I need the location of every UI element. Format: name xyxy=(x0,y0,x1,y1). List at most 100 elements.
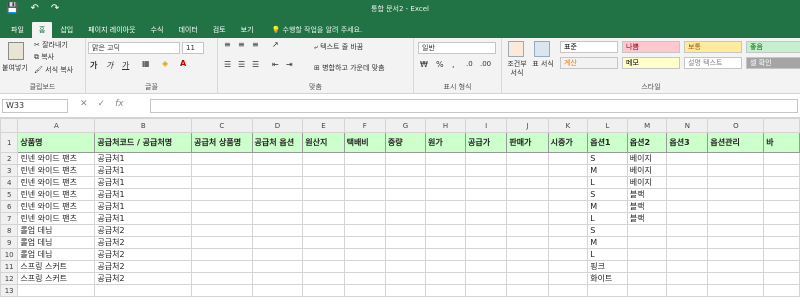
header-cell[interactable]: 공급처 옵션 xyxy=(251,132,304,153)
cell[interactable] xyxy=(666,200,709,213)
cell[interactable]: 롤업 데님 xyxy=(17,224,96,237)
cell[interactable] xyxy=(547,164,589,177)
cell[interactable] xyxy=(465,164,508,177)
cell[interactable]: M xyxy=(587,200,628,213)
cell[interactable]: 린넨 와이드 팬츠 xyxy=(17,200,96,213)
cell[interactable] xyxy=(384,212,426,225)
cell[interactable] xyxy=(302,164,345,177)
cell[interactable] xyxy=(666,212,709,225)
cell[interactable]: S xyxy=(587,224,628,237)
cell[interactable] xyxy=(191,176,253,189)
cell[interactable] xyxy=(707,272,765,285)
cell[interactable]: 공급처1 xyxy=(94,164,193,177)
cell[interactable] xyxy=(424,284,467,297)
tab-insert[interactable]: 삽입 xyxy=(53,22,80,38)
tab-formulas[interactable]: 수식 xyxy=(144,22,171,38)
cell[interactable] xyxy=(547,152,589,165)
font-size-select[interactable]: 11 xyxy=(182,42,204,54)
cell[interactable]: 공급처1 xyxy=(94,212,193,225)
cell[interactable] xyxy=(191,224,253,237)
name-box[interactable]: W33 xyxy=(2,99,68,113)
cell[interactable] xyxy=(666,272,709,285)
format-painter-button[interactable]: 🖌 서식 복사 xyxy=(34,65,73,75)
cell[interactable]: 공급처1 xyxy=(94,176,193,189)
align-center-icon[interactable]: ☰ xyxy=(238,60,245,69)
cell[interactable] xyxy=(506,152,549,165)
column-header-o[interactable]: O xyxy=(707,118,765,133)
column-header-c[interactable]: C xyxy=(191,118,253,133)
cell[interactable] xyxy=(424,164,467,177)
cell[interactable] xyxy=(763,260,800,273)
cell[interactable]: 핑크 xyxy=(587,260,628,273)
cell[interactable] xyxy=(547,224,589,237)
cell[interactable] xyxy=(191,284,253,297)
cell[interactable] xyxy=(302,224,345,237)
cell[interactable] xyxy=(763,200,800,213)
cell[interactable] xyxy=(343,164,386,177)
cell[interactable] xyxy=(666,224,709,237)
cell[interactable] xyxy=(302,152,345,165)
cell[interactable] xyxy=(707,236,765,249)
cell[interactable] xyxy=(547,272,589,285)
font-name-select[interactable]: 맑은 고딕 xyxy=(88,42,180,54)
cell[interactable] xyxy=(251,164,304,177)
row-header[interactable]: 13 xyxy=(0,284,19,297)
cell[interactable]: 공급처1 xyxy=(94,152,193,165)
cell[interactable] xyxy=(666,164,709,177)
cell[interactable] xyxy=(251,200,304,213)
cell[interactable] xyxy=(424,188,467,201)
cell[interactable] xyxy=(251,236,304,249)
cell[interactable] xyxy=(251,224,304,237)
cell[interactable] xyxy=(424,260,467,273)
header-cell[interactable]: 바 xyxy=(763,132,800,153)
cell[interactable]: 롤업 데님 xyxy=(17,248,96,261)
row-header[interactable]: 1 xyxy=(0,132,19,153)
cell[interactable] xyxy=(384,260,426,273)
cell[interactable]: 린넨 와이드 팬츠 xyxy=(17,164,96,177)
cell[interactable] xyxy=(626,272,668,285)
cell[interactable] xyxy=(707,284,765,297)
cell[interactable] xyxy=(763,212,800,225)
fill-color-icon[interactable]: ◈ xyxy=(162,59,168,68)
column-header-i[interactable]: I xyxy=(465,118,508,133)
column-header-b[interactable]: B xyxy=(94,118,193,133)
cell[interactable] xyxy=(17,284,96,297)
cut-button[interactable]: ✂ 잘라내기 xyxy=(34,40,68,50)
cell[interactable] xyxy=(302,272,345,285)
row-header[interactable]: 6 xyxy=(0,200,19,213)
header-cell[interactable]: 옵션3 xyxy=(666,132,709,153)
align-top-icon[interactable]: ≡ xyxy=(224,40,231,49)
cell[interactable]: 블랙 xyxy=(626,200,668,213)
conditional-format-button[interactable]: 조건부 서식 xyxy=(504,60,530,78)
cell[interactable] xyxy=(506,164,549,177)
cell[interactable] xyxy=(465,176,508,189)
cell[interactable] xyxy=(302,236,345,249)
cell[interactable] xyxy=(251,212,304,225)
column-header-a[interactable]: A xyxy=(17,118,96,133)
worksheet-grid[interactable]: ABCDEFGHIJKLMNO 1 상품명 공급처코드 / 공급처명 공급처 상품명 공… xyxy=(0,118,800,307)
cell[interactable] xyxy=(506,212,549,225)
cell[interactable]: 공급처2 xyxy=(94,236,193,249)
cell[interactable] xyxy=(251,272,304,285)
cell[interactable] xyxy=(763,152,800,165)
cell[interactable] xyxy=(763,236,800,249)
column-header-j[interactable]: J xyxy=(506,118,549,133)
cell[interactable] xyxy=(465,236,508,249)
cell[interactable]: 스프링 스커트 xyxy=(17,272,96,285)
cell[interactable] xyxy=(424,236,467,249)
cell[interactable] xyxy=(384,176,426,189)
cell-style-0[interactable]: 표준 xyxy=(560,41,618,53)
cell[interactable] xyxy=(302,176,345,189)
cell[interactable] xyxy=(547,188,589,201)
formula-input[interactable] xyxy=(150,99,798,113)
cell[interactable] xyxy=(343,284,386,297)
row-header[interactable]: 11 xyxy=(0,260,19,273)
cell-style-2[interactable]: 보통 xyxy=(684,41,742,53)
column-header-m[interactable]: M xyxy=(626,118,668,133)
cell[interactable] xyxy=(707,248,765,261)
cell[interactable] xyxy=(343,176,386,189)
header-cell[interactable]: 공급가 xyxy=(465,132,508,153)
align-left-icon[interactable]: ☰ xyxy=(224,60,231,69)
cell[interactable]: M xyxy=(587,236,628,249)
cell[interactable] xyxy=(424,224,467,237)
